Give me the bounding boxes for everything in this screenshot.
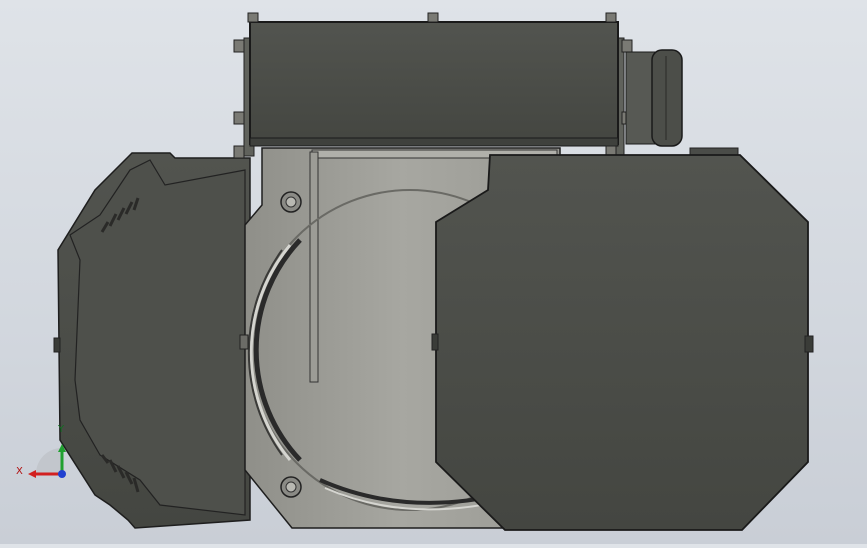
y-axis-label: Y: [58, 424, 65, 435]
x-axis-label: X: [16, 466, 23, 477]
motor-assembly-icon[interactable]: [0, 0, 867, 544]
graphics-viewport[interactable]: X Y: [0, 0, 867, 544]
cable-gland: [625, 49, 683, 147]
triad-icon: [28, 444, 66, 478]
right-end-cover: [431, 147, 814, 531]
coordinate-triad: X Y: [14, 420, 84, 490]
terminal-box: [233, 12, 633, 159]
